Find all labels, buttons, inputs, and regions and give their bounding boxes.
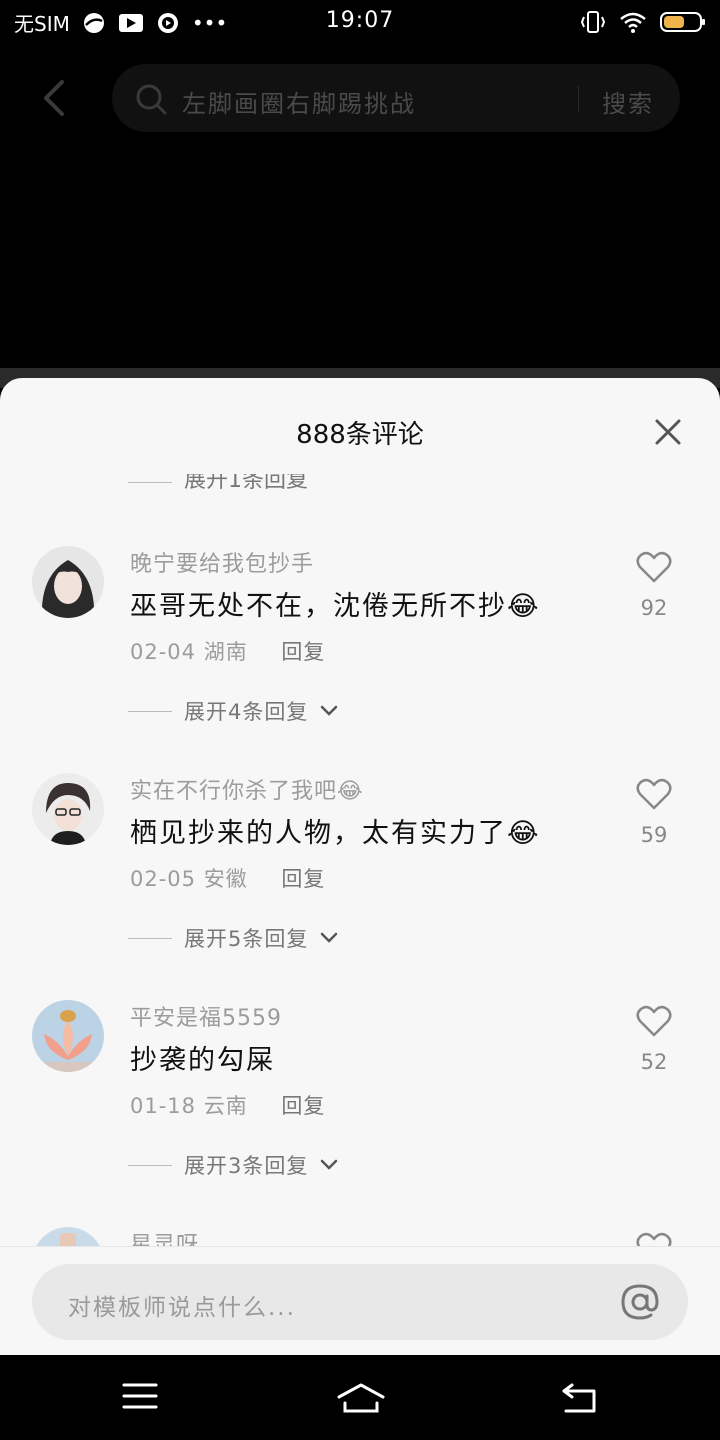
search-icon [136, 84, 167, 115]
comment-meta: 02-04 湖南 回复 [130, 636, 325, 666]
username[interactable]: 晚宁要给我包抄手 [130, 546, 314, 578]
comment-input[interactable]: 对模板师说点什么... [32, 1264, 688, 1340]
comment-input-bar: 对模板师说点什么... [0, 1246, 720, 1355]
heart-icon[interactable] [636, 550, 672, 584]
search-divider [578, 86, 579, 112]
heart-icon[interactable] [636, 777, 672, 811]
expand-replies[interactable]: 展开3条回复 [128, 1150, 338, 1180]
reply-button[interactable]: 回复 [281, 867, 325, 891]
comment-item: 平安是福5559 抄袭的勾屎 01-18 云南 回复 52 展开3条回复 [0, 992, 720, 1212]
mention-at-icon[interactable] [620, 1282, 660, 1322]
comment-sheet: 888条评论 展开1条回复 晚宁要给我包抄手 巫哥无处不在，沈倦无所不抄😂 02… [0, 378, 720, 1355]
expand-label: 展开3条回复 [184, 1154, 309, 1178]
expand-line [128, 710, 172, 712]
menu-icon[interactable] [122, 1381, 158, 1411]
comment-date: 02-04 [130, 640, 197, 664]
comment-item: 实在不行你杀了我吧😂 栖见抄来的人物，太有实力了😂 02-05 安徽 回复 59… [0, 765, 720, 985]
expand-line [128, 481, 172, 483]
avatar[interactable] [32, 773, 104, 845]
top-search-bar: 左脚画圈右脚踢挑战 搜索 [0, 56, 720, 140]
like-count: 52 [640, 1050, 668, 1074]
comment-item: 晚宁要给我包抄手 巫哥无处不在，沈倦无所不抄😂 02-04 湖南 回复 92 展… [0, 538, 720, 758]
reply-button[interactable]: 回复 [281, 640, 325, 664]
like-count: 92 [640, 596, 668, 620]
heart-icon[interactable] [636, 1004, 672, 1038]
comment-meta: 02-05 安徽 回复 [130, 863, 325, 893]
comment-meta: 01-18 云南 回复 [130, 1090, 325, 1120]
comment-date: 01-18 [130, 1094, 197, 1118]
chevron-down-icon [321, 932, 338, 943]
comment-location: 湖南 [203, 640, 248, 664]
expand-line [128, 937, 172, 939]
comment-text: 巫哥无处不在，沈倦无所不抄😂 [130, 591, 541, 622]
comment-text: 抄袭的勾屎 [130, 1045, 275, 1076]
avatar[interactable] [32, 1000, 104, 1072]
reply-button[interactable]: 回复 [281, 1094, 325, 1118]
chevron-down-icon [321, 705, 338, 716]
sheet-header: 888条评论 [0, 378, 720, 478]
wifi-icon [620, 12, 646, 33]
search-button[interactable]: 搜索 [602, 84, 654, 119]
back-icon[interactable] [560, 1381, 600, 1415]
close-icon[interactable] [652, 416, 684, 448]
comment-date: 02-05 [130, 867, 197, 891]
chevron-down-icon [321, 1159, 338, 1170]
battery-icon [660, 12, 705, 32]
search-box[interactable]: 左脚画圈右脚踢挑战 搜索 [112, 64, 680, 132]
like-count: 59 [640, 823, 668, 847]
avatar[interactable] [32, 546, 104, 618]
comment-location: 云南 [203, 1094, 248, 1118]
expand-label: 展开1条回复 [184, 474, 308, 493]
expand-replies[interactable]: 展开5条回复 [128, 923, 338, 953]
expand-replies-partial[interactable]: 展开1条回复 [128, 474, 308, 494]
search-input[interactable]: 左脚画圈右脚踢挑战 [182, 84, 416, 119]
comment-count-title: 888条评论 [296, 420, 424, 450]
expand-line [128, 1164, 172, 1166]
expand-label: 展开4条回复 [184, 700, 309, 724]
username[interactable]: 平安是福5559 [130, 1000, 282, 1032]
status-right [580, 10, 706, 34]
comment-text: 栖见抄来的人物，太有实力了😂 [130, 818, 541, 849]
back-arrow-icon[interactable] [36, 74, 76, 122]
comment-input-placeholder: 对模板师说点什么... [68, 1295, 296, 1321]
expand-label: 展开5条回复 [184, 927, 309, 951]
home-icon[interactable] [336, 1381, 386, 1415]
username[interactable]: 实在不行你杀了我吧😂 [130, 773, 364, 805]
comment-location: 安徽 [203, 867, 248, 891]
system-nav-bar [0, 1355, 720, 1440]
status-bar: 无SIM ••• 19:07 [0, 0, 720, 46]
vibrate-icon [580, 11, 606, 33]
expand-replies[interactable]: 展开4条回复 [128, 696, 338, 726]
